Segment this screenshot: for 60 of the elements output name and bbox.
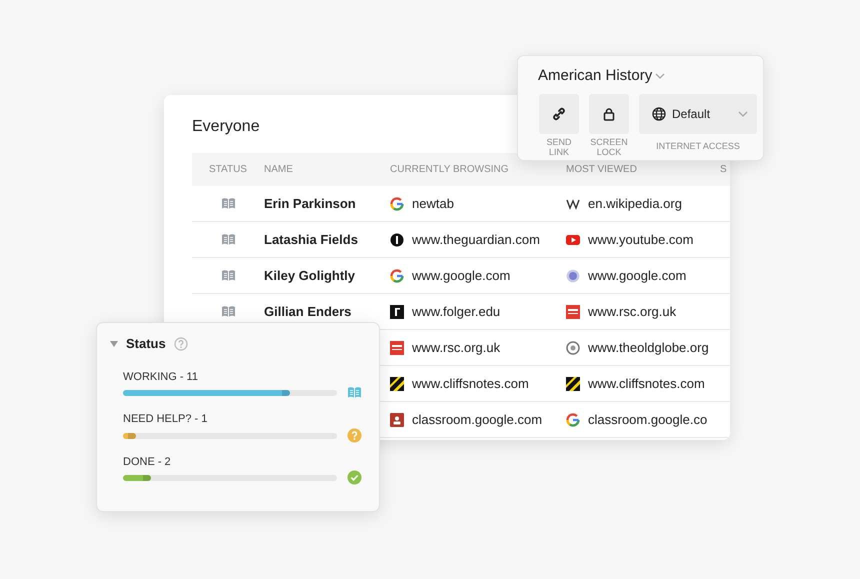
book-icon (220, 304, 236, 319)
table-title: Everyone (192, 117, 260, 136)
question-icon (347, 428, 362, 442)
status-label: NEED HELP? - 1 (123, 412, 208, 427)
favicon-icon (390, 232, 404, 246)
student-name: Erin Parkinson (264, 196, 356, 211)
site-url: www.google.com (412, 266, 510, 285)
status-label: WORKING - 11 (123, 370, 199, 384)
site-url: newtab (412, 194, 454, 213)
chevron-icon (655, 71, 666, 81)
status-label: DONE - 2 (123, 454, 172, 470)
column-header: STATUS (208, 163, 248, 177)
favicon-icon (566, 376, 580, 390)
site-url: en.wikipedia.org (588, 194, 682, 213)
favicon-icon (390, 376, 404, 390)
favicon-icon (390, 196, 404, 210)
site-url: www.theoldglobe.org (588, 338, 709, 357)
favicon-icon (566, 340, 580, 354)
student-name: Latashia Fields (264, 232, 358, 247)
site-url: www.folger.edu (412, 302, 500, 321)
site-url: www.youtube.com (588, 230, 694, 249)
book-icon (220, 232, 236, 247)
column-header: MOST VIEWED (566, 163, 638, 177)
button-label: SCREEN LOCK (589, 137, 629, 157)
favicon-icon (566, 232, 580, 246)
lock-icon (602, 107, 616, 121)
student-name: Kiley Golightly (264, 268, 356, 283)
globe-icon (652, 107, 666, 121)
site-url: classroom.google.com (412, 410, 542, 429)
favicon-icon (390, 340, 404, 354)
help-icon (174, 336, 188, 351)
button-label: SEND LINK (545, 137, 572, 157)
column-header: CURRENTLY BROWSING (390, 163, 510, 177)
site-url: www.google.com (588, 266, 686, 285)
check-icon (347, 470, 362, 485)
favicon-icon (566, 268, 580, 282)
column-header: S (720, 163, 728, 177)
site-url: www.cliffsnotes.com (412, 374, 529, 393)
site-url: www.rsc.org.uk (588, 302, 676, 321)
field-label: INTERNET ACCESS (655, 141, 741, 151)
column-header: NAME (264, 163, 294, 177)
favicon-icon (390, 268, 404, 282)
site-url: www.cliffsnotes.com (588, 374, 705, 393)
panel-title: Status (126, 335, 166, 353)
book-icon (220, 268, 236, 283)
book-icon (347, 385, 362, 400)
favicon-icon (390, 412, 404, 426)
book-icon (220, 196, 236, 211)
student-name: Gillian Enders (264, 304, 352, 319)
caret-icon[interactable] (110, 340, 118, 348)
site-url: www.theguardian.com (412, 230, 540, 249)
internet-access-dropdown[interactable]: Default (639, 94, 757, 134)
send-link-button[interactable] (539, 94, 579, 134)
favicon-icon (566, 304, 580, 318)
site-url: classroom.google.co (588, 410, 708, 429)
link-icon (552, 107, 566, 121)
favicon-icon (390, 304, 404, 318)
lock-button[interactable] (589, 94, 629, 134)
favicon-icon (566, 412, 580, 426)
site-url: www.rsc.org.uk (412, 338, 500, 357)
